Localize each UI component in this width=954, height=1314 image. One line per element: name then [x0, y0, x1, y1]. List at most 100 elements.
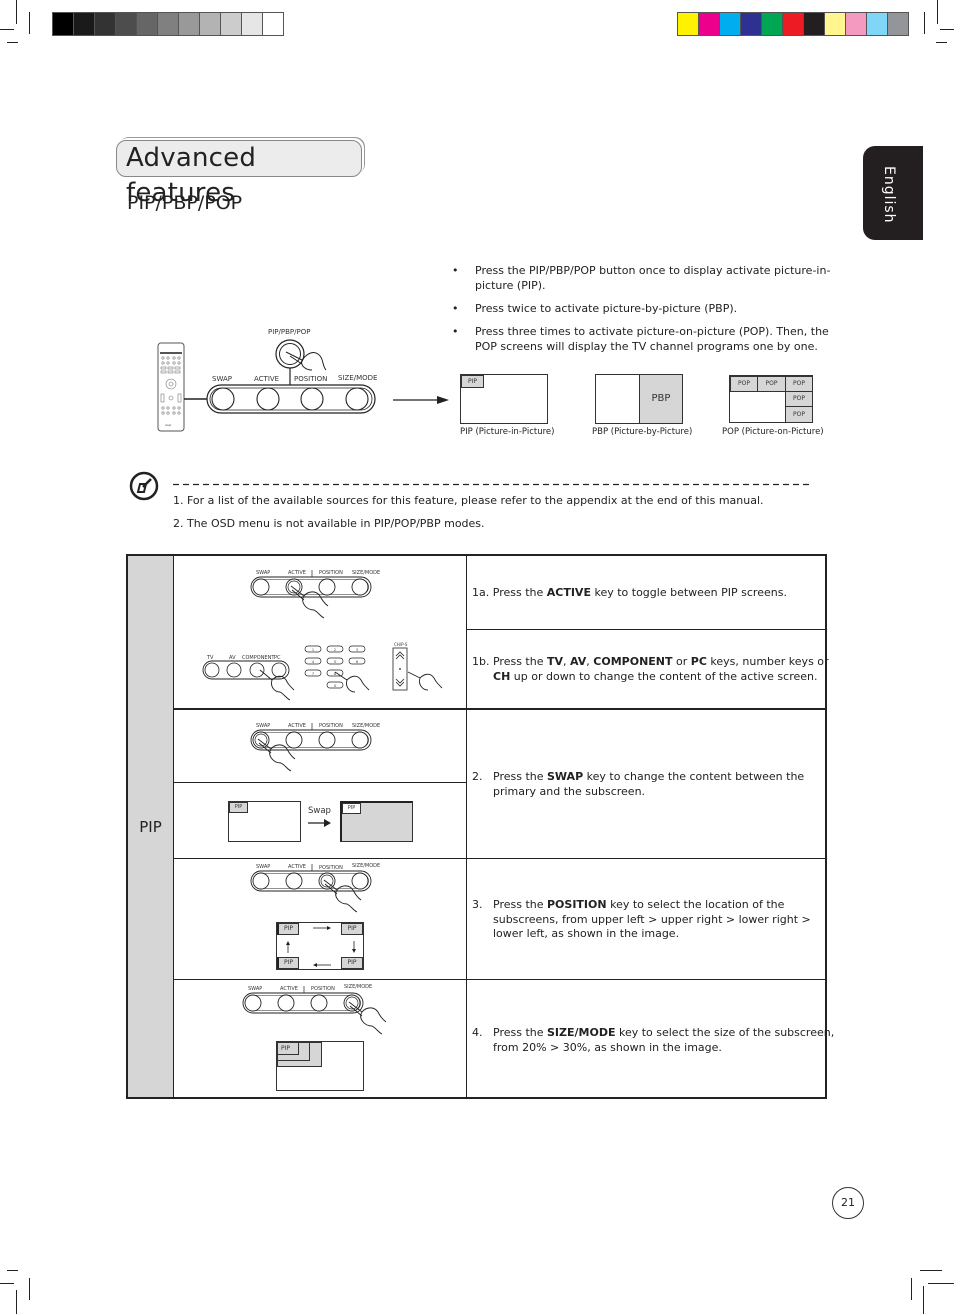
swap-key	[252, 872, 270, 890]
position-key	[310, 994, 328, 1012]
ch-key-label: CH/P-S	[394, 642, 408, 647]
svg-text:5: 5	[334, 660, 336, 664]
key-strip-swap-pressed	[250, 723, 372, 772]
color-swatch	[867, 13, 888, 35]
source-key-strip	[202, 660, 295, 701]
key-label-position: POSITION	[294, 375, 328, 383]
remote-connector-line	[184, 398, 208, 400]
position-key	[300, 387, 324, 411]
tv-key	[204, 662, 220, 678]
pointing-hand-icon	[407, 671, 443, 691]
note-item: 1. For a list of the available sources f…	[173, 494, 764, 507]
gray-swatch	[242, 13, 263, 35]
gray-swatch	[95, 13, 116, 35]
pointing-hand-icon	[348, 1001, 387, 1035]
pip-key-strip	[206, 384, 376, 414]
pip-pbp-pop-button-label: PIP/PBP/POP	[268, 328, 311, 336]
arrow-right-icon	[308, 819, 331, 827]
row-divider	[173, 858, 827, 859]
number-keypad: 1 2 34 5 67 80	[304, 645, 370, 693]
swap-caption: Swap	[308, 806, 331, 816]
crop-mark	[911, 1278, 912, 1300]
crop-mark	[29, 12, 30, 34]
pop-subscreen: POP	[785, 376, 813, 392]
step-1a-text: 1a. Press the ACTIVE key to toggle betwe…	[472, 586, 787, 599]
section-label-column: PIP	[128, 556, 174, 1097]
pip-subscreen: PIP	[229, 802, 248, 813]
crop-mark	[16, 0, 17, 24]
color-swatch	[678, 13, 699, 35]
crop-mark	[940, 29, 954, 30]
pop-subscreen: POP	[757, 376, 786, 392]
pop-subscreen: POP	[730, 376, 758, 392]
note-divider-dashed	[173, 483, 809, 486]
pip-subscreen: PIP	[461, 375, 484, 388]
crop-mark	[0, 29, 14, 30]
gray-swatch	[116, 13, 137, 35]
color-calibration-bar	[677, 12, 909, 36]
gray-swatch	[221, 13, 242, 35]
crop-mark	[928, 1283, 954, 1284]
step-2-text: 2. Press the SWAP key to change the cont…	[472, 770, 805, 798]
grayscale-calibration-bar	[52, 12, 284, 36]
position-key	[318, 578, 336, 596]
instruction-bullets: Press the PIP/PBP/POP button once to dis…	[452, 263, 832, 362]
color-swatch	[720, 13, 741, 35]
active-key	[285, 731, 303, 749]
swap-before-screen: PIP	[228, 801, 301, 842]
gray-swatch	[137, 13, 158, 35]
channel-rocker	[392, 647, 443, 691]
column-divider	[466, 556, 467, 1097]
size-mode-key	[351, 578, 369, 596]
swap-key	[211, 387, 235, 411]
color-swatch	[825, 13, 846, 35]
crop-mark	[0, 1283, 14, 1284]
key-label-size-mode: SIZE/MODE	[344, 984, 373, 990]
svg-text:7: 7	[312, 672, 314, 676]
key-label-active: ACTIVE	[254, 375, 280, 383]
pip-subscreen: PIP	[342, 803, 361, 814]
crop-mark	[920, 1270, 942, 1271]
step-4-text: 4. Press the SIZE/MODE key to select the…	[472, 1026, 835, 1054]
active-key	[277, 994, 295, 1012]
pop-subscreen: POP	[785, 406, 813, 423]
crop-mark	[936, 42, 947, 43]
crop-mark	[7, 42, 18, 43]
pip-mode-screen: PIP	[460, 374, 548, 424]
bullet-item: Press twice to activate picture-by-pictu…	[452, 301, 832, 316]
crop-mark	[924, 12, 925, 34]
gray-swatch	[53, 13, 74, 35]
pop-subscreen: POP	[785, 391, 813, 407]
svg-text:6: 6	[356, 660, 358, 664]
svg-text:2: 2	[334, 648, 336, 652]
section-title-pill: Advanced features	[116, 140, 362, 208]
av-key	[226, 662, 242, 678]
key-label-size-mode: SIZE/MODE	[338, 374, 378, 382]
size-screen: PIP	[276, 1041, 364, 1091]
active-key	[256, 387, 280, 411]
key-label-size-mode: SIZE/MODE	[352, 863, 381, 869]
component-key	[249, 662, 265, 678]
bullet-item: Press the PIP/PBP/POP button once to dis…	[452, 263, 832, 293]
position-cycle-arrows	[286, 926, 356, 967]
size-mode-key	[351, 872, 369, 890]
key-strip-active-pressed	[250, 570, 372, 619]
gray-swatch	[158, 13, 179, 35]
color-swatch	[783, 13, 804, 35]
pbp-subscreen: PBP	[639, 374, 683, 424]
pop-mode-caption: POP (Picture-on-Picture)	[722, 427, 824, 437]
gray-swatch	[200, 13, 221, 35]
gray-swatch	[179, 13, 200, 35]
pip-steps-table: PIP 1a. Press the ACTIVE key to toggle b…	[126, 554, 834, 1099]
color-swatch	[888, 13, 908, 35]
crop-mark	[923, 1286, 924, 1314]
gray-swatch	[263, 13, 283, 35]
swap-after-screen: PIP	[340, 801, 413, 842]
color-swatch	[741, 13, 762, 35]
notes-list: 1. For a list of the available sources f…	[173, 493, 764, 539]
language-label: English	[881, 166, 897, 224]
gray-swatch	[74, 13, 95, 35]
key-strip-position-pressed	[250, 864, 372, 913]
color-swatch	[762, 13, 783, 35]
step-1b-text: 1b. Press the TV, AV, COMPONENT or PC ke…	[472, 655, 829, 683]
